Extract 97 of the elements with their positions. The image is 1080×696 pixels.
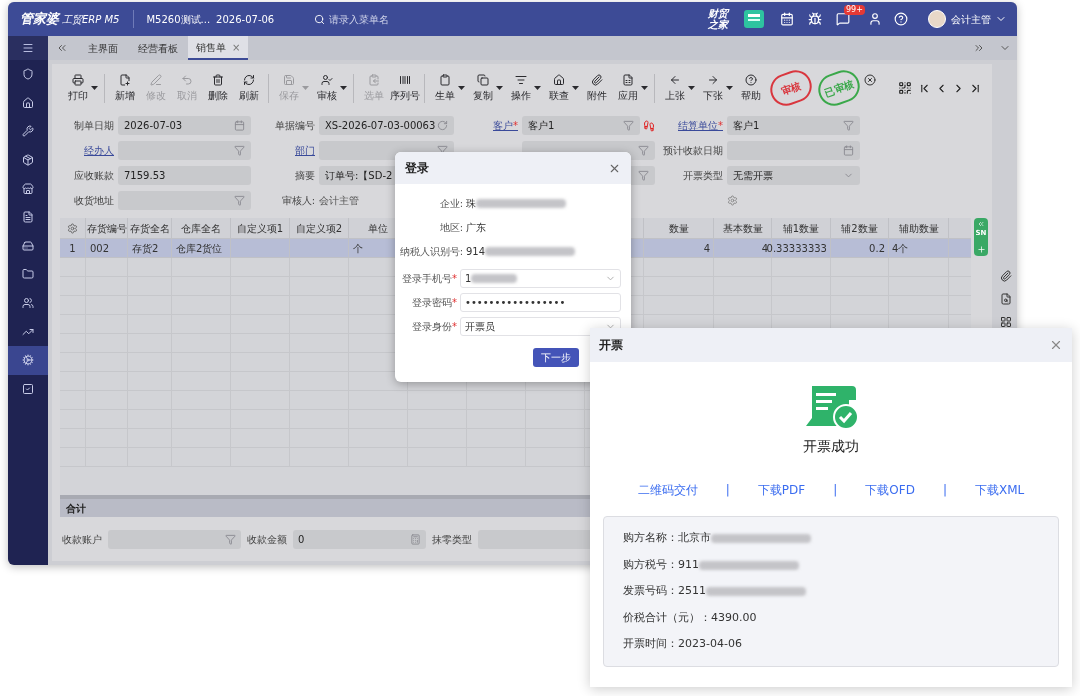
toolbar-button[interactable]: 操作 [505, 73, 543, 103]
download-link[interactable]: 下载OFD [865, 481, 915, 499]
info-label: 企业: [438, 197, 463, 211]
toolbar-button[interactable]: 生单 [429, 73, 467, 103]
field-label: 抹零类型 [432, 532, 472, 547]
toolbar-button[interactable]: 新增 [109, 73, 140, 103]
field-label: 单据编号 [275, 119, 315, 133]
input-field[interactable]: 2026-07-03 [118, 116, 251, 135]
download-link[interactable]: 二维码交付 [637, 481, 698, 499]
column-header[interactable]: 存货编号 [86, 218, 128, 238]
column-header[interactable]: 辅助数量 [889, 218, 949, 238]
toolbar-button[interactable]: 联查 [543, 73, 581, 103]
field-label: 开票类型 [683, 169, 723, 183]
field-label: 登录身份* [411, 320, 457, 334]
field-label[interactable]: 经办人 [84, 143, 114, 158]
toolbar-button[interactable]: 附件 [581, 73, 612, 103]
detail-text: 购方名称：北京市 [623, 530, 711, 547]
field-label: 摘要 [295, 169, 315, 183]
toolbar-button[interactable]: 打印 [62, 73, 100, 103]
column-header[interactable]: 基本数量 [714, 218, 772, 238]
detail-text: 发票号码：2511 [623, 583, 706, 600]
close-tab-button[interactable]: × [232, 39, 241, 55]
next-button[interactable]: 下一步 [533, 348, 579, 367]
input-field[interactable]: XS-2026-07-03-00063 [319, 116, 454, 135]
input-field[interactable]: 1 [460, 269, 621, 288]
column-header[interactable]: 自定义项2 [290, 218, 349, 238]
field-label: 收款金额 [247, 532, 287, 547]
download-link[interactable]: 下载PDF [757, 481, 806, 499]
column-header[interactable]: 存货全名 [128, 218, 172, 238]
column-header[interactable]: 辅2数量 [831, 218, 889, 238]
table-cell-text: 0.33333333 [766, 241, 827, 256]
field-label: 应收账款 [74, 169, 114, 183]
field-label[interactable]: 结算单位* [678, 118, 723, 133]
tab[interactable]: 销售单 × [188, 36, 249, 60]
detail-text: 价税合计（元）：4390.00 [623, 609, 757, 626]
account-name[interactable]: M5260测试... [146, 11, 211, 27]
input-field[interactable]: 0 [293, 529, 426, 549]
notification-badge: 99+ [844, 5, 865, 15]
toolbar-button[interactable]: 帮助 [735, 73, 766, 103]
field-value: 会计主管 [319, 194, 359, 208]
product-name: 工贸ERP M5 [62, 12, 120, 27]
user-name[interactable]: 会计主管 [951, 11, 991, 27]
logo: 管家婆 [20, 10, 59, 29]
info-value: 914 [466, 245, 486, 259]
info-label: 纳税人识别号: [398, 245, 463, 259]
total-label: 合计 [66, 501, 86, 516]
date-text: 2026-07-06 [216, 12, 275, 27]
table-cell-text: 002 [90, 241, 110, 256]
table-cell-text: 存货2 [132, 241, 159, 256]
toolbar-button[interactable]: 应用 [612, 73, 650, 103]
input-field[interactable]: 无需开票 [727, 166, 860, 185]
toolbar-button[interactable]: 刷新 [233, 73, 264, 103]
column-header[interactable]: 仓库全名 [172, 218, 231, 238]
link-separator: | [833, 482, 838, 499]
field-label: 登录密码* [411, 296, 457, 310]
table-cell-text: 仓库2货位 [176, 241, 223, 256]
input-field[interactable]: 客户1 [727, 116, 860, 135]
tab[interactable]: 经营看板 [128, 36, 188, 60]
link-separator: | [942, 482, 947, 499]
download-link[interactable]: 下载XML [974, 481, 1025, 499]
dialog-title: 开票 [599, 337, 623, 354]
tab[interactable]: 主界面 [78, 36, 128, 60]
field-label: 制单日期 [74, 119, 114, 133]
input-field[interactable]: 7159.53 [118, 166, 251, 185]
detail-text: 开票时间：2023-04-06 [623, 636, 742, 653]
table-cell-text: 0.2 [869, 241, 885, 256]
search-field[interactable]: 请录入菜单名 [329, 11, 450, 27]
field-label[interactable]: 部门 [295, 143, 315, 158]
status-text: 开票成功 [803, 437, 859, 456]
table-cell-text: 个 [353, 241, 363, 256]
column-header[interactable]: 数量 [644, 218, 714, 238]
toolbar-button[interactable]: 复制 [467, 73, 505, 103]
brand-logo[interactable]: 财贸 之家 [708, 8, 728, 30]
input-field[interactable]: ••••••••••••••••• [460, 293, 621, 312]
info-value: 珠 [466, 197, 476, 211]
input-field[interactable]: 客户1 [522, 116, 640, 135]
toolbar-button[interactable]: 下张 [697, 73, 735, 103]
link-separator: | [725, 482, 730, 499]
info-label: 地区: [438, 221, 463, 235]
table-cell-text: 4 [761, 241, 768, 256]
toolbar-button[interactable]: 序列号 [389, 73, 420, 103]
row-number: 1 [69, 241, 76, 256]
field-label: 登录手机号* [401, 272, 457, 286]
field-label: 收款账户 [62, 532, 102, 547]
toolbar-button[interactable]: 上张 [659, 73, 697, 103]
info-value: 广东 [466, 221, 486, 235]
field-label: 收货地址 [74, 194, 114, 208]
table-cell-text: 4 [703, 241, 710, 256]
field-label: 审核人: [281, 194, 315, 208]
detail-text: 购方税号：911 [623, 556, 699, 573]
toolbar-button[interactable]: 删除 [202, 73, 233, 103]
toolbar-button[interactable]: 审核 [311, 73, 349, 103]
table-cell-text: 4个 [892, 241, 909, 256]
column-header[interactable]: 辅1数量 [772, 218, 831, 238]
column-header[interactable]: 自定义项1 [231, 218, 290, 238]
field-label[interactable]: 客户* [493, 118, 518, 133]
field-label: 预计收款日期 [663, 144, 723, 158]
